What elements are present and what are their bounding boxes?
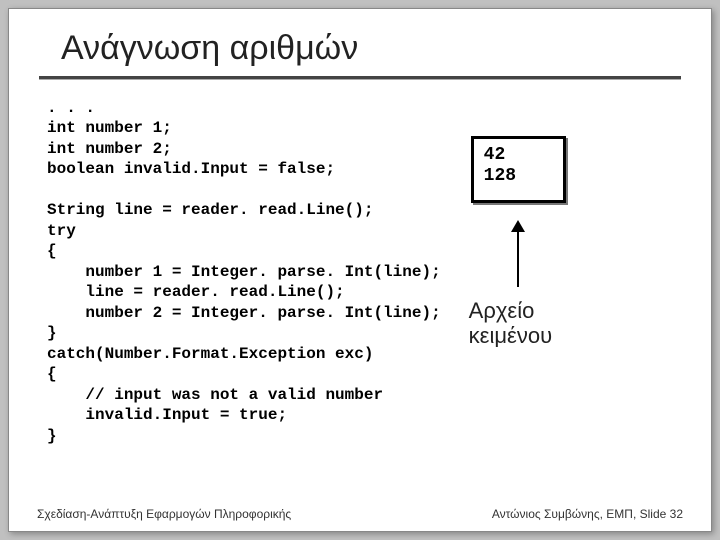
right-column: 42 128 Αρχείο κειμένου <box>461 98 681 446</box>
arrow-icon <box>511 220 525 287</box>
footer-left: Σχεδίαση-Ανάπτυξη Εφαρμογών Πληροφορικής <box>37 507 291 521</box>
file-box: 42 128 <box>471 136 566 203</box>
footer: Σχεδίαση-Ανάπτυξη Εφαρμογών Πληροφορικής… <box>37 507 683 521</box>
content-area: . . . int number 1; int number 2; boolea… <box>39 98 681 446</box>
code-block: . . . int number 1; int number 2; boolea… <box>47 98 441 446</box>
slide-title: Ανάγνωση αριθμών <box>61 29 681 68</box>
slide: Ανάγνωση αριθμών . . . int number 1; int… <box>8 8 712 532</box>
title-rule <box>39 76 681 80</box>
file-line-1: 42 <box>484 145 553 166</box>
footer-right: Αντώνιος Συμβώνης, ΕΜΠ, Slide 32 <box>492 507 683 521</box>
file-label: Αρχείο κειμένου <box>469 298 552 349</box>
file-line-2: 128 <box>484 166 553 187</box>
